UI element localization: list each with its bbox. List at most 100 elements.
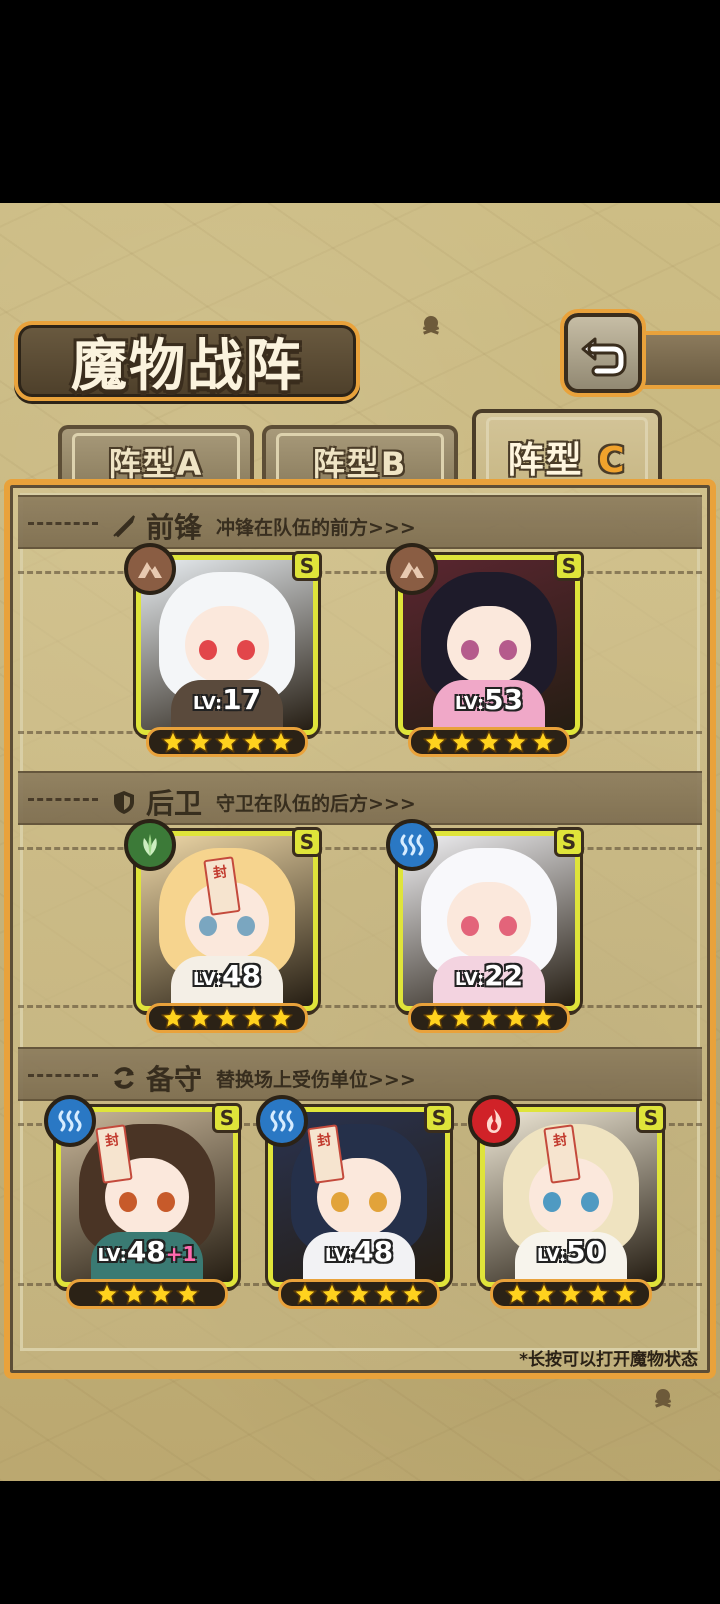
star-icon bbox=[293, 1282, 317, 1305]
star-icon bbox=[477, 1006, 501, 1029]
star-icon bbox=[559, 1282, 583, 1305]
tab-formation-c[interactable]: 阵型 C bbox=[472, 409, 662, 487]
section-reserve-header: 备守 替换场上受伤单位>>> bbox=[18, 1047, 702, 1101]
element-badge bbox=[386, 543, 438, 595]
rank-badge: S bbox=[424, 1103, 454, 1133]
unit-level: LV:17 bbox=[192, 683, 262, 716]
star-rating bbox=[408, 1003, 570, 1033]
star-icon bbox=[215, 730, 239, 753]
star-icon bbox=[161, 1006, 185, 1029]
star-icon bbox=[613, 1282, 637, 1305]
game-view: 魔物战阵 阵型A 阵型B 阵型 C 前锋 冲锋在队伍的前方>>> 后卫 守卫在队… bbox=[0, 203, 720, 1481]
star-icon bbox=[450, 730, 474, 753]
star-icon bbox=[504, 730, 528, 753]
footnote: *长按可以打开魔物状态 bbox=[519, 1350, 698, 1370]
section-label: 后卫 守卫在队伍的后方>>> bbox=[110, 782, 416, 822]
rank-badge: S bbox=[554, 551, 584, 581]
screen: 魔物战阵 阵型A 阵型B 阵型 C 前锋 冲锋在队伍的前方>>> 后卫 守卫在队… bbox=[0, 0, 720, 1604]
unit-level: LV:48 bbox=[192, 959, 262, 992]
star-icon bbox=[477, 730, 501, 753]
back-arrow-icon bbox=[581, 337, 627, 377]
lane-line bbox=[18, 847, 702, 850]
dash-line bbox=[28, 798, 98, 801]
star-icon bbox=[401, 1282, 425, 1305]
unit-card-rearguard-1[interactable]: 封 LV:48 S bbox=[124, 819, 322, 1033]
star-icon bbox=[188, 730, 212, 753]
unit-card-reserve-3[interactable]: 封 LV:50 S bbox=[468, 1095, 666, 1309]
star-icon bbox=[188, 1006, 212, 1029]
star-icon bbox=[423, 730, 447, 753]
unit-card-vanguard-1[interactable]: LV:17 S bbox=[124, 543, 322, 757]
section-label: 备守 替换场上受伤单位>>> bbox=[110, 1058, 416, 1098]
star-icon bbox=[161, 730, 185, 753]
swap-icon bbox=[114, 1067, 134, 1089]
section-subtitle: 守卫在队伍的后方>>> bbox=[216, 792, 416, 815]
unit-card-reserve-1[interactable]: 封 LV:48+1 S bbox=[44, 1095, 242, 1309]
unit-level: LV:50 bbox=[536, 1235, 606, 1268]
earth-element-icon bbox=[400, 562, 424, 578]
rank-badge: S bbox=[292, 551, 322, 581]
star-icon bbox=[320, 1282, 344, 1305]
element-badge bbox=[124, 543, 176, 595]
star-rating bbox=[66, 1279, 228, 1309]
star-icon bbox=[505, 1282, 529, 1305]
star-rating bbox=[278, 1279, 440, 1309]
star-icon bbox=[242, 730, 266, 753]
star-icon bbox=[242, 1006, 266, 1029]
star-icon bbox=[94, 1282, 119, 1305]
back-button[interactable] bbox=[560, 309, 646, 397]
element-badge bbox=[256, 1095, 308, 1147]
rank-badge: S bbox=[636, 1103, 666, 1133]
star-icon bbox=[374, 1282, 398, 1305]
star-icon bbox=[423, 1006, 447, 1029]
unit-card-rearguard-2[interactable]: LV:22 S bbox=[386, 819, 584, 1033]
star-icon bbox=[586, 1282, 610, 1305]
star-icon bbox=[269, 1006, 293, 1029]
tab-formation-a[interactable]: 阵型A bbox=[58, 425, 254, 485]
page-title: 魔物战阵 bbox=[71, 332, 303, 399]
water-element-icon bbox=[58, 1110, 82, 1132]
star-icon bbox=[347, 1282, 371, 1305]
section-subtitle: 替换场上受伤单位>>> bbox=[216, 1068, 416, 1091]
lane-line bbox=[18, 1005, 702, 1008]
star-icon bbox=[175, 1282, 200, 1305]
star-icon bbox=[450, 1006, 474, 1029]
star-icon bbox=[148, 1282, 173, 1305]
star-rating bbox=[490, 1279, 652, 1309]
tab-formation-b[interactable]: 阵型B bbox=[262, 425, 458, 485]
dash-line bbox=[28, 522, 98, 525]
fire-element-icon bbox=[486, 1109, 502, 1133]
water-element-icon bbox=[270, 1110, 294, 1132]
section-label: 前锋 冲锋在队伍的前方>>> bbox=[110, 506, 416, 546]
element-badge bbox=[44, 1095, 96, 1147]
section-vanguard-header: 前锋 冲锋在队伍的前方>>> bbox=[18, 495, 702, 549]
star-icon bbox=[504, 1006, 528, 1029]
unit-card-reserve-2[interactable]: 封 LV:48 S bbox=[256, 1095, 454, 1309]
star-icon bbox=[121, 1282, 146, 1305]
water-element-icon bbox=[400, 834, 424, 856]
unit-level: LV:48+1 bbox=[97, 1235, 197, 1268]
section-subtitle: 冲锋在队伍的前方>>> bbox=[216, 516, 416, 539]
skull-map-icon bbox=[654, 1389, 672, 1408]
earth-element-icon bbox=[138, 562, 162, 578]
tab-label: 阵型 C bbox=[507, 440, 627, 481]
star-rating bbox=[146, 727, 308, 757]
skull-map-icon bbox=[422, 316, 440, 335]
star-icon bbox=[215, 1006, 239, 1029]
wood-element-icon bbox=[143, 834, 157, 856]
title-banner: 魔物战阵 bbox=[14, 321, 360, 401]
shield-icon bbox=[114, 791, 134, 814]
rank-badge: S bbox=[292, 827, 322, 857]
unit-card-vanguard-2[interactable]: LV:53 S bbox=[386, 543, 584, 757]
back-button-group bbox=[560, 309, 720, 401]
rank-badge: S bbox=[212, 1103, 242, 1133]
star-icon bbox=[531, 730, 555, 753]
unit-level: LV:48 bbox=[324, 1235, 394, 1268]
element-badge bbox=[386, 819, 438, 871]
section-title: 后卫 bbox=[146, 787, 203, 820]
dash-line bbox=[28, 1074, 98, 1077]
sword-icon bbox=[113, 515, 135, 538]
star-icon bbox=[531, 1006, 555, 1029]
section-rearguard-header: 后卫 守卫在队伍的后方>>> bbox=[18, 771, 702, 825]
section-title: 备守 bbox=[146, 1063, 203, 1096]
